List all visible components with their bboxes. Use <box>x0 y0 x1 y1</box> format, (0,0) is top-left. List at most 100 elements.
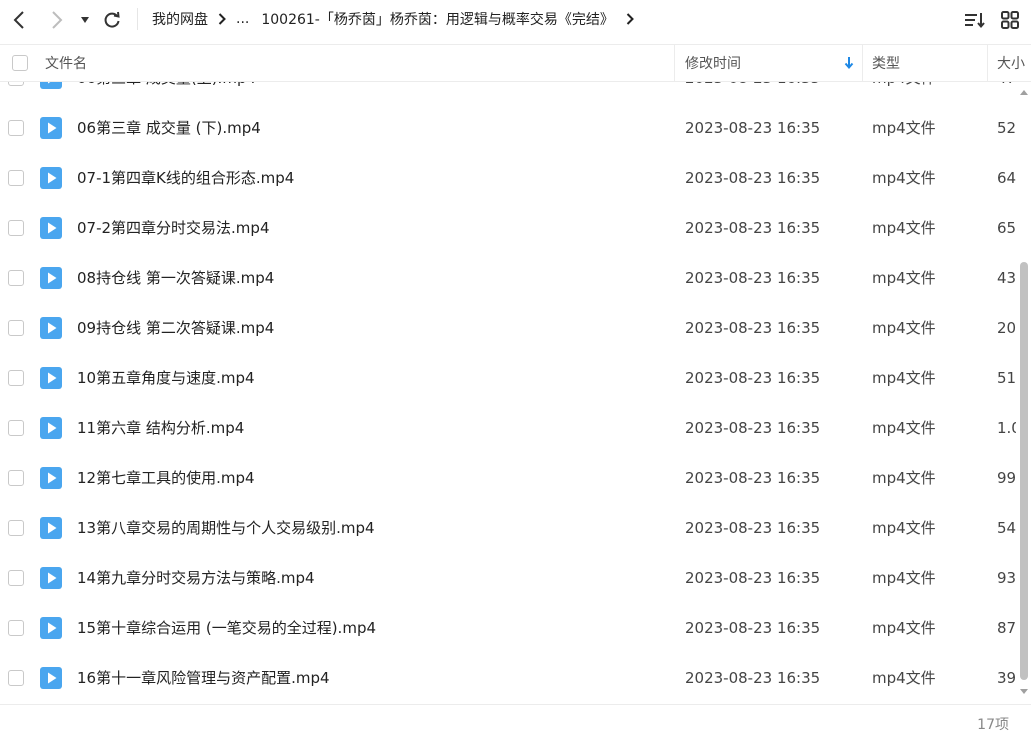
back-button[interactable] <box>7 8 31 32</box>
file-modified: 2023-08-23 16:35 <box>685 669 821 687</box>
row-checkbox[interactable] <box>8 420 24 436</box>
status-bar: 17项 <box>0 704 1031 739</box>
row-checkbox[interactable] <box>8 470 24 486</box>
file-type: mp4文件 <box>872 369 936 387</box>
file-size: 93 <box>997 569 1016 587</box>
file-type: mp4文件 <box>872 469 936 487</box>
scroll-down-arrow-icon[interactable] <box>1019 686 1029 696</box>
file-row[interactable]: 12第七章工具的使用.mp4 2023-08-23 16:35 mp4文件 99 <box>0 453 1016 503</box>
file-size: 43 <box>997 269 1016 287</box>
row-checkbox[interactable] <box>8 320 24 336</box>
sort-down-arrow-icon <box>844 45 854 81</box>
column-divider[interactable] <box>862 45 863 81</box>
file-modified: 2023-08-23 16:35 <box>685 219 821 237</box>
file-row[interactable]: 09持仓线 第二次答疑课.mp4 2023-08-23 16:35 mp4文件 20 <box>0 303 1016 353</box>
column-divider[interactable] <box>674 45 675 81</box>
file-type: mp4文件 <box>872 419 936 437</box>
history-dropdown-button[interactable] <box>75 8 95 32</box>
grid-view-button[interactable] <box>998 8 1022 32</box>
row-checkbox[interactable] <box>8 170 24 186</box>
file-modified: 2023-08-23 16:35 <box>685 419 821 437</box>
row-checkbox[interactable] <box>8 270 24 286</box>
row-checkbox[interactable] <box>8 220 24 236</box>
file-row[interactable]: 06第三章 成交量 (下).mp4 2023-08-23 16:35 mp4文件 52 <box>0 103 1016 153</box>
file-modified: 2023-08-23 16:35 <box>685 519 821 537</box>
video-file-icon <box>40 617 62 639</box>
file-modified: 2023-08-23 16:35 <box>685 569 821 587</box>
file-type: mp4文件 <box>872 569 936 587</box>
file-modified: 2023-08-23 16:35 <box>685 619 821 637</box>
breadcrumb-item-root[interactable]: 我的网盘 <box>152 9 208 29</box>
file-row[interactable]: 13第八章交易的周期性与个人交易级别.mp4 2023-08-23 16:35 mp… <box>0 503 1016 553</box>
file-name[interactable]: 13第八章交易的周期性与个人交易级别.mp4 <box>77 503 375 553</box>
file-list: 06第三章 成交量(上).mp42023-08-23 16:35mp4文件470… <box>0 82 1016 704</box>
row-checkbox[interactable] <box>8 370 24 386</box>
chevron-right-icon[interactable] <box>626 13 634 25</box>
row-checkbox[interactable] <box>8 620 24 636</box>
file-row[interactable]: 06第三章 成交量(上).mp4 2023-08-23 16:35 mp4文件 47 <box>0 82 1016 103</box>
toolbar: 我的网盘 ... 100261-「杨乔茵」杨乔茵：用逻辑与概率交易《完结》 <box>0 0 1031 40</box>
file-row[interactable]: 16第十一章风险管理与资产配置.mp4 2023-08-23 16:35 mp4文件… <box>0 653 1016 703</box>
column-header-name[interactable]: 文件名 <box>45 45 87 81</box>
video-file-icon <box>40 117 62 139</box>
file-row[interactable]: 11第六章 结构分析.mp4 2023-08-23 16:35 mp4文件 1.0 <box>0 403 1016 453</box>
scroll-up-arrow-icon[interactable] <box>1019 88 1029 98</box>
video-file-icon <box>40 267 62 289</box>
file-size: 64 <box>997 169 1016 187</box>
file-name[interactable]: 14第九章分时交易方法与策略.mp4 <box>77 553 315 603</box>
row-checkbox[interactable] <box>8 120 24 136</box>
file-rows: 06第三章 成交量(上).mp42023-08-23 16:35mp4文件470… <box>0 82 1016 703</box>
file-name[interactable]: 16第十一章风险管理与资产配置.mp4 <box>77 653 330 703</box>
file-row[interactable]: 07-2第四章分时交易法.mp4 2023-08-23 16:35 mp4文件 65 <box>0 203 1016 253</box>
file-size: 54 <box>997 519 1016 537</box>
file-name[interactable]: 07-2第四章分时交易法.mp4 <box>77 203 270 253</box>
file-modified: 2023-08-23 16:35 <box>685 469 821 487</box>
dropdown-caret-icon <box>81 17 89 23</box>
file-size: 87 <box>997 619 1016 637</box>
select-all-checkbox[interactable] <box>12 45 28 81</box>
breadcrumb-item-current[interactable]: 100261-「杨乔茵」杨乔茵：用逻辑与概率交易《完结》 <box>261 9 614 29</box>
refresh-button[interactable] <box>100 8 124 32</box>
column-divider[interactable] <box>987 45 988 81</box>
video-file-icon <box>40 417 62 439</box>
column-header-size[interactable]: 大小 <box>997 45 1031 81</box>
file-name[interactable]: 15第十章综合运用 (一笔交易的全过程).mp4 <box>77 603 376 653</box>
file-name[interactable]: 10第五章角度与速度.mp4 <box>77 353 255 403</box>
row-checkbox[interactable] <box>8 82 24 86</box>
video-file-icon <box>40 517 62 539</box>
file-type: mp4文件 <box>872 119 936 137</box>
file-type: mp4文件 <box>872 319 936 337</box>
file-type: mp4文件 <box>872 169 936 187</box>
breadcrumb-item-ellipsis[interactable]: ... <box>236 11 249 27</box>
file-size: 47 <box>997 82 1016 103</box>
file-modified: 2023-08-23 16:35 <box>685 319 821 337</box>
file-row[interactable]: 08持仓线 第一次答疑课.mp4 2023-08-23 16:35 mp4文件 43 <box>0 253 1016 303</box>
video-file-icon <box>40 317 62 339</box>
row-checkbox[interactable] <box>8 670 24 686</box>
file-name[interactable]: 07-1第四章K线的组合形态.mp4 <box>77 153 294 203</box>
column-header-type[interactable]: 类型 <box>872 45 900 81</box>
file-type: mp4文件 <box>872 269 936 287</box>
column-header-modified[interactable]: 修改时间 <box>685 45 741 81</box>
scrollbar-thumb[interactable] <box>1020 262 1028 680</box>
file-name[interactable]: 09持仓线 第二次答疑课.mp4 <box>77 303 274 353</box>
file-name[interactable]: 08持仓线 第一次答疑课.mp4 <box>77 253 274 303</box>
file-row[interactable]: 07-1第四章K线的组合形态.mp4 2023-08-23 16:35 mp4文件 6… <box>0 153 1016 203</box>
row-checkbox[interactable] <box>8 570 24 586</box>
forward-button[interactable] <box>45 8 69 32</box>
file-size: 39 <box>997 669 1016 687</box>
video-file-icon <box>40 82 62 89</box>
file-row[interactable]: 15第十章综合运用 (一笔交易的全过程).mp4 2023-08-23 16:35… <box>0 603 1016 653</box>
file-name[interactable]: 06第三章 成交量(上).mp4 <box>77 82 256 103</box>
file-name[interactable]: 11第六章 结构分析.mp4 <box>77 403 244 453</box>
sort-button[interactable] <box>963 8 987 32</box>
file-row[interactable]: 14第九章分时交易方法与策略.mp4 2023-08-23 16:35 mp4文件 9… <box>0 553 1016 603</box>
file-name[interactable]: 06第三章 成交量 (下).mp4 <box>77 103 261 153</box>
refresh-icon <box>104 11 120 28</box>
video-file-icon <box>40 567 62 589</box>
toolbar-separator <box>137 8 138 30</box>
file-row[interactable]: 10第五章角度与速度.mp4 2023-08-23 16:35 mp4文件 51 <box>0 353 1016 403</box>
row-checkbox[interactable] <box>8 520 24 536</box>
file-name[interactable]: 12第七章工具的使用.mp4 <box>77 453 255 503</box>
file-modified: 2023-08-23 16:35 <box>685 119 821 137</box>
